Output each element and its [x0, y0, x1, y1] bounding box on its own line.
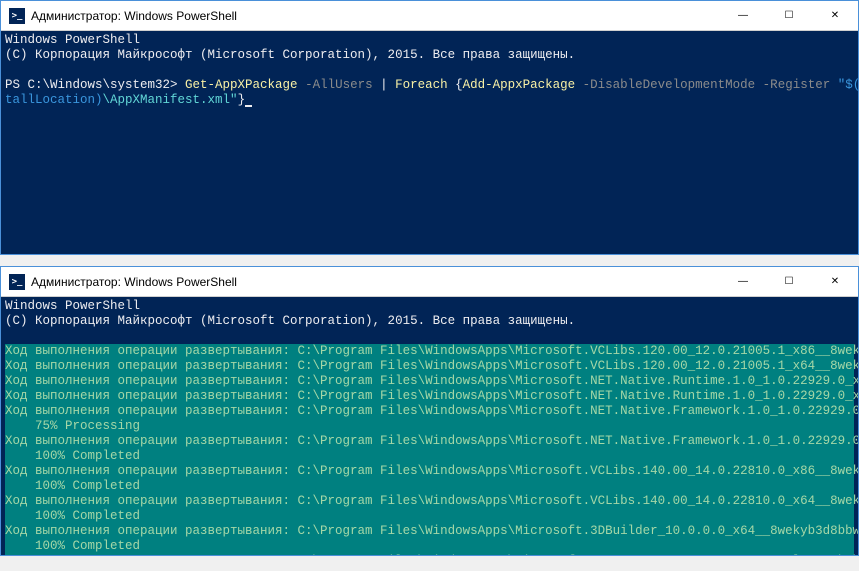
window-title: Администратор: Windows PowerShell: [31, 275, 720, 289]
progress-line: Ход выполнения операции развертывания: C…: [5, 374, 854, 389]
console-area[interactable]: Windows PowerShell (C) Корпорация Майкро…: [1, 297, 858, 555]
powershell-icon: >_: [9, 274, 25, 290]
progress-line: Ход выполнения операции развертывания: C…: [5, 389, 854, 404]
minimize-button[interactable]: —: [720, 1, 766, 30]
cmd-token: tallLocation): [5, 93, 103, 107]
console-area[interactable]: Windows PowerShell (C) Корпорация Майкро…: [1, 31, 858, 254]
ps-header-1: Windows PowerShell: [5, 299, 140, 313]
titlebar[interactable]: >_ Администратор: Windows PowerShell — ☐…: [1, 267, 858, 297]
cmd-token: {: [455, 78, 463, 92]
minimize-button[interactable]: —: [720, 267, 766, 296]
ps-header-1: Windows PowerShell: [5, 33, 140, 47]
ps-prompt: PS C:\Windows\system32>: [5, 78, 185, 92]
progress-line: Ход выполнения операции развертывания: C…: [5, 464, 854, 479]
cmd-token: -DisableDevelopmentMode -Register: [583, 78, 838, 92]
progress-line: Ход выполнения операции развертывания: C…: [5, 359, 854, 374]
cmd-token: |: [380, 78, 395, 92]
progress-line: 100% Completed: [5, 479, 854, 494]
powershell-window-1: >_ Администратор: Windows PowerShell — ☐…: [0, 0, 859, 255]
progress-line: Ход выполнения операции развертывания: C…: [5, 554, 854, 555]
progress-line: Ход выполнения операции развертывания: C…: [5, 524, 854, 539]
powershell-icon: >_: [9, 8, 25, 24]
close-button[interactable]: ✕: [812, 267, 858, 296]
window-title: Администратор: Windows PowerShell: [31, 9, 720, 23]
cmd-token: Get-AppXPackage: [185, 78, 305, 92]
ps-header-2: (C) Корпорация Майкрософт (Microsoft Cor…: [5, 314, 575, 328]
powershell-window-2: >_ Администратор: Windows PowerShell — ☐…: [0, 266, 859, 556]
progress-line: Ход выполнения операции развертывания: C…: [5, 404, 854, 419]
progress-line: Ход выполнения операции развертывания: C…: [5, 344, 854, 359]
close-button[interactable]: ✕: [812, 1, 858, 30]
cmd-token: "$(: [838, 78, 858, 92]
ps-header-2: (C) Корпорация Майкрософт (Microsoft Cor…: [5, 48, 575, 62]
progress-line: Ход выполнения операции развертывания: C…: [5, 434, 854, 449]
maximize-button[interactable]: ☐: [766, 267, 812, 296]
cmd-token: Add-AppxPackage: [463, 78, 583, 92]
progress-line: 100% Completed: [5, 509, 854, 524]
maximize-button[interactable]: ☐: [766, 1, 812, 30]
cmd-token: }: [238, 93, 246, 107]
titlebar[interactable]: >_ Администратор: Windows PowerShell — ☐…: [1, 1, 858, 31]
progress-line: Ход выполнения операции развертывания: C…: [5, 494, 854, 509]
progress-line: 100% Completed: [5, 539, 854, 554]
cmd-token: \AppXManifest.xml": [103, 93, 238, 107]
cmd-token: Foreach: [395, 78, 455, 92]
window-controls: — ☐ ✕: [720, 1, 858, 30]
progress-line: 75% Processing: [5, 419, 854, 434]
cmd-token: -AllUsers: [305, 78, 380, 92]
cursor: [245, 105, 252, 107]
window-controls: — ☐ ✕: [720, 267, 858, 296]
progress-line: 100% Completed: [5, 449, 854, 464]
